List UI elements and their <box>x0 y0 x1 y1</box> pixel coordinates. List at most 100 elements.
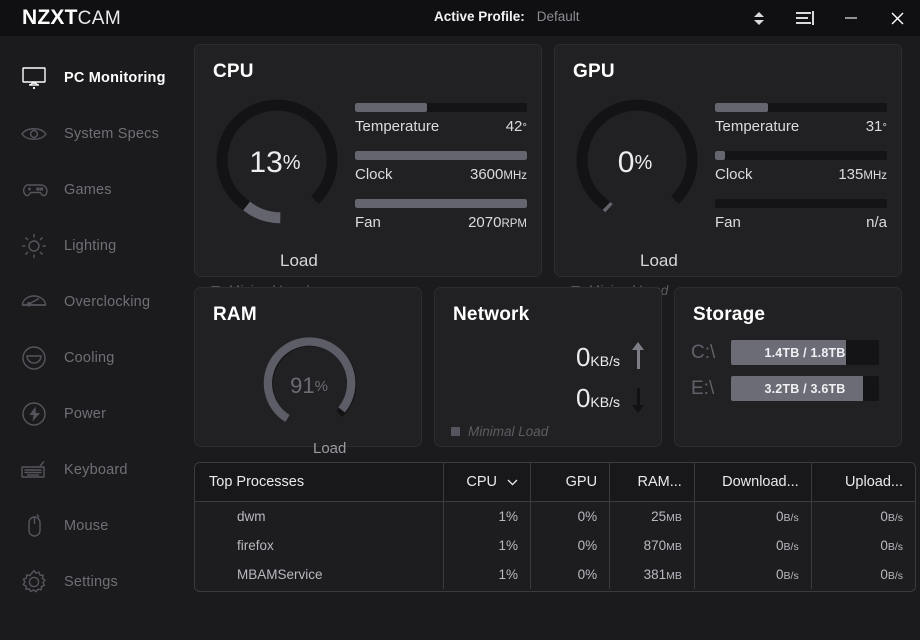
gpu-load-percent-sign: % <box>634 151 653 174</box>
process-cpu: 1% <box>443 501 531 531</box>
cpu-stats: Temperature 42° Clock 3600MHz Fan 2070RP… <box>355 103 527 247</box>
sidebar-item-label: Power <box>64 406 107 422</box>
gpu-fan-value: n/a <box>866 214 887 231</box>
sidebar-item-cooling[interactable]: Cooling <box>0 330 190 386</box>
sidebar-item-pc-monitoring[interactable]: PC Monitoring <box>0 50 190 106</box>
table-row[interactable]: MBAMService 1% 0% 381MB 0B/s 0B/s <box>195 560 915 589</box>
sidebar-item-system-specs[interactable]: System Specs <box>0 106 190 162</box>
column-header-cpu[interactable]: CPU <box>443 463 531 502</box>
column-header-upload[interactable]: Upload... <box>810 463 915 502</box>
sidebar-item-settings[interactable]: Settings <box>0 554 190 610</box>
gpu-stat-clock: Clock 135MHz <box>715 151 887 183</box>
drive-usage-bar: 1.4TB / 1.8TB <box>731 340 879 365</box>
sidebar-item-lighting[interactable]: Lighting <box>0 218 190 274</box>
process-upload: 0B/s <box>810 501 915 531</box>
process-name: dwm <box>237 509 266 524</box>
gpu-load-label: Load <box>640 251 678 270</box>
chevron-down-icon <box>507 479 518 486</box>
process-ram: 381MB <box>609 560 695 589</box>
card-title: GPU <box>573 61 615 82</box>
gpu-clock-label: Clock <box>715 166 753 183</box>
keyboard-icon <box>14 453 54 487</box>
network-download-row: 0KB/s <box>455 381 645 415</box>
column-header-ram[interactable]: RAM... <box>609 463 695 502</box>
network-card: Network 0KB/s 0KB/s Minimal Load <box>434 287 662 447</box>
process-ram: 870MB <box>609 531 695 560</box>
process-download: 0B/s <box>693 560 812 589</box>
logo-cam: CAM <box>77 8 122 29</box>
process-upload: 0B/s <box>810 531 915 560</box>
gpu-load-value: 0 <box>617 146 635 179</box>
process-gpu: 0% <box>529 501 610 531</box>
storage-drive-row: C:\ 1.4TB / 1.8TB <box>691 340 879 365</box>
nzxt-cam-window: NZXT CAM Active Profile: Default PC Moni… <box>0 0 920 640</box>
cpu-fan-label: Fan <box>355 214 381 231</box>
sidebar-item-keyboard[interactable]: Keyboard <box>0 442 190 498</box>
table-row[interactable]: dwm 1% 0% 25MB 0B/s 0B/s <box>195 501 915 531</box>
sidebar-item-power[interactable]: Power <box>0 386 190 442</box>
drive-usage-text: 1.4TB / 1.8TB <box>764 345 846 360</box>
arrow-up-icon <box>632 340 645 374</box>
network-status-label: Minimal Load <box>468 424 549 439</box>
cpu-stat-clock: Clock 3600MHz <box>355 151 527 183</box>
top-processes-table: Top Processes CPU GPU RAM... Download...… <box>194 462 916 592</box>
gpu-card: GPU 0% Load Minimal Load Temp <box>554 44 902 298</box>
table-row[interactable]: firefox 1% 0% 870MB 0B/s 0B/s <box>195 531 915 560</box>
menu-button[interactable] <box>782 0 828 36</box>
ram-load-percent-sign: % <box>314 377 328 395</box>
app-logo: NZXT CAM <box>22 6 121 30</box>
gpu-clock-bar <box>715 151 887 160</box>
ram-load-gauge: 91% <box>259 336 359 436</box>
process-download: 0B/s <box>693 501 812 531</box>
main-content: CPU 13% Load Minimal Load Tem <box>190 36 920 640</box>
ram-load-label: Load <box>313 440 347 457</box>
cpu-stat-fan: Fan 2070RPM <box>355 199 527 231</box>
gpu-temperature-value: 31° <box>865 118 887 135</box>
active-profile-selector[interactable]: Active Profile: Default <box>434 9 580 24</box>
arrow-down-icon <box>632 381 645 415</box>
sidebar-item-overclocking[interactable]: Overclocking <box>0 274 190 330</box>
column-header-gpu[interactable]: GPU <box>529 463 610 502</box>
process-name: firefox <box>237 538 274 553</box>
sidebar-item-games[interactable]: Games <box>0 162 190 218</box>
close-icon <box>891 12 903 24</box>
sidebar-item-label: Cooling <box>64 350 115 366</box>
sidebar-item-label: Keyboard <box>64 462 128 478</box>
monitor-icon <box>14 61 54 95</box>
card-title: Storage <box>693 304 766 325</box>
cpu-temperature-label: Temperature <box>355 118 440 135</box>
cpu-fan-bar <box>355 199 527 208</box>
cpu-card: CPU 13% Load Minimal Load Tem <box>194 44 542 298</box>
minimize-button[interactable] <box>828 0 874 36</box>
drive-usage-text: 3.2TB / 3.6TB <box>764 381 846 396</box>
cpu-load-gauge: 13% <box>209 97 341 229</box>
cpu-stat-temperature: Temperature 42° <box>355 103 527 135</box>
updown-chevron-icon <box>752 8 766 28</box>
sun-icon <box>14 229 54 263</box>
gpu-load-gauge: 0% <box>569 97 701 229</box>
column-header-download[interactable]: Download... <box>693 463 812 502</box>
logo-nzxt: NZXT <box>22 6 78 29</box>
process-name: MBAMService <box>237 567 323 582</box>
sidebar-item-label: Overclocking <box>64 294 151 310</box>
sidebar-item-label: Games <box>64 182 112 198</box>
profile-spinner-button[interactable] <box>736 0 782 36</box>
ram-card: RAM 91% Load <box>194 287 422 457</box>
storage-card: Storage C:\ 1.4TB / 1.8TB E:\ 3.2TB / 3.… <box>674 287 902 447</box>
storage-drive-row: E:\ 3.2TB / 3.6TB <box>691 376 879 401</box>
ram-load-value: 91 <box>290 373 315 398</box>
card-title: Network <box>453 304 530 325</box>
process-cpu: 1% <box>443 560 531 589</box>
close-button[interactable] <box>874 0 920 36</box>
column-header-name[interactable]: Top Processes <box>195 463 444 502</box>
cpu-load-value: 13 <box>249 146 283 179</box>
card-title: CPU <box>213 61 254 82</box>
sidebar-item-mouse[interactable]: Mouse <box>0 498 190 554</box>
window-controls <box>736 0 920 36</box>
table-header-row: Top Processes CPU GPU RAM... Download...… <box>195 463 915 502</box>
gpu-stat-fan: Fan n/a <box>715 199 887 231</box>
cpu-load-value-group: 13% <box>209 97 341 229</box>
drive-usage-bar: 3.2TB / 3.6TB <box>731 376 879 401</box>
mouse-icon <box>14 509 54 543</box>
sidebar-item-label: Lighting <box>64 238 117 254</box>
